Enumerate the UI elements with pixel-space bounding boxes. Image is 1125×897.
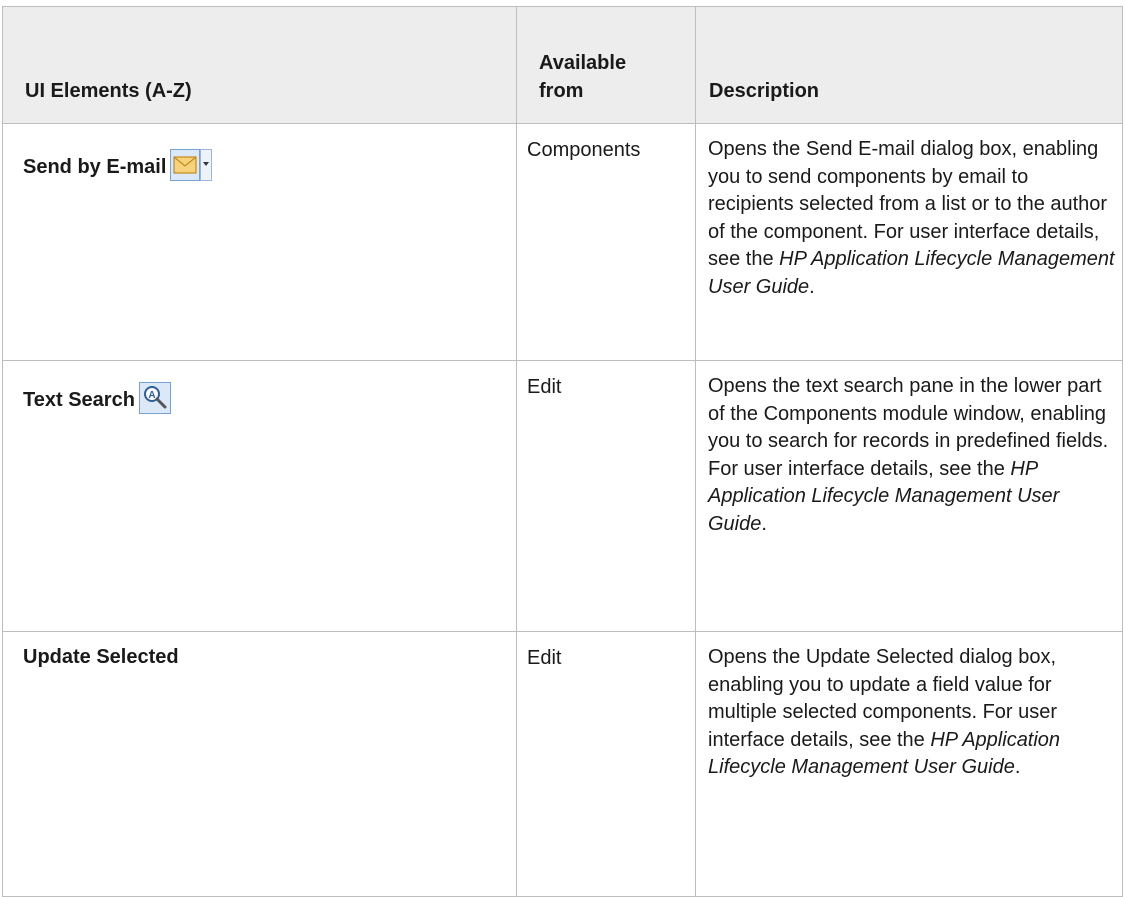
header-available-from: Available from bbox=[516, 6, 696, 124]
ui-element-name: Send by E-mail bbox=[23, 155, 167, 178]
table-row: Send by E-mail Components Opens the Send… bbox=[2, 123, 1123, 361]
available-from-cell: Edit bbox=[516, 360, 696, 632]
table-header-row: UI Elements (A-Z) Available from Descript… bbox=[2, 6, 1123, 124]
svg-text:A: A bbox=[148, 390, 155, 401]
description-end: . bbox=[809, 275, 815, 298]
available-from-cell: Components bbox=[516, 123, 696, 361]
header-description: Description bbox=[695, 6, 1123, 124]
text-search-icon[interactable]: A bbox=[138, 382, 171, 414]
envelope-dropdown-icon[interactable] bbox=[170, 149, 213, 181]
ui-elements-table: UI Elements (A-Z) Available from Descript… bbox=[2, 6, 1123, 897]
ui-element-cell: Text Search A bbox=[2, 360, 517, 632]
header-available-from-line1: Available bbox=[539, 52, 627, 74]
ui-element-cell: Send by E-mail bbox=[2, 123, 517, 361]
available-from-cell: Edit bbox=[516, 631, 696, 897]
description-cell: Opens the Update Selected dialog box, en… bbox=[695, 631, 1123, 897]
description-end: . bbox=[1014, 756, 1021, 778]
ui-element-name: Text Search bbox=[23, 388, 135, 411]
ui-element-text-search: Text Search A bbox=[23, 361, 506, 414]
description-text: Opens the text search pane in the lower … bbox=[708, 375, 1109, 480]
description-cell: Opens the text search pane in the lower … bbox=[695, 360, 1123, 632]
ui-element-send-by-email: Send by E-mail bbox=[23, 124, 506, 181]
header-available-from-line2: from bbox=[539, 79, 584, 102]
description-cell: Opens the Send E-mail dialog box, enabli… bbox=[695, 123, 1123, 361]
ui-element-update-selected: Update Selected bbox=[23, 632, 506, 672]
description-end: . bbox=[761, 512, 767, 535]
ui-element-name: Update Selected bbox=[23, 646, 179, 668]
table-row: Text Search A Edit Opens the text search… bbox=[2, 360, 1123, 632]
table-row: Update Selected Edit Opens the Update Se… bbox=[2, 631, 1123, 897]
ui-element-cell: Update Selected bbox=[2, 631, 517, 897]
header-ui-elements: UI Elements (A-Z) bbox=[2, 6, 517, 124]
